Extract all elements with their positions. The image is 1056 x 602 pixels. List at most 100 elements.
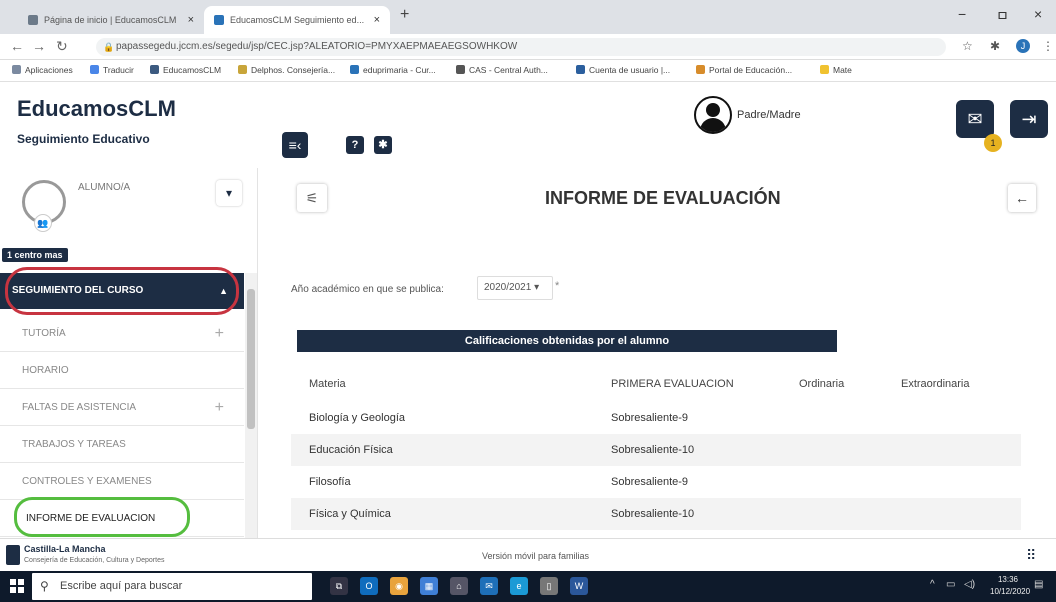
reload-icon[interactable]: ↻ [56, 38, 68, 55]
network-icon[interactable]: ▭ [946, 579, 955, 590]
help-icon[interactable]: ? [346, 136, 364, 154]
cell-materia: Educación Física [309, 444, 393, 456]
sidebar-item-faltas[interactable]: FALTAS DE ASISTENCIA + [0, 389, 244, 426]
tab-close-icon[interactable]: × [188, 6, 194, 34]
tab-close-icon[interactable]: × [374, 6, 380, 34]
brand-title: EducamosCLM [17, 96, 176, 121]
profile-icon[interactable]: J [1016, 39, 1030, 53]
main-content: ⚟ INFORME DE EVALUACIÓN ← Año académico … [259, 168, 1056, 538]
year-select[interactable]: 2020/2021 ▾ [477, 276, 553, 300]
search-placeholder: Escribe aquí para buscar [60, 580, 183, 592]
sidebar-item-tutoria[interactable]: TUTORÍA + [0, 315, 244, 352]
student-dropdown-chevron-icon[interactable]: ▾ [216, 180, 242, 206]
url-text: papassegedu.jccm.es/segedu/jsp/CEC.jsp?A… [116, 41, 518, 52]
settings-gear-icon[interactable]: ✱ [374, 136, 392, 154]
new-tab-button[interactable]: + [400, 6, 409, 24]
recycle-icon[interactable]: ▯ [540, 577, 558, 595]
chrome-icon[interactable]: ◉ [390, 577, 408, 595]
lock-icon: 🔒 [103, 42, 115, 52]
back-arrow-button[interactable]: ← [1008, 184, 1036, 212]
taskbar-search-input[interactable]: ⚲ Escribe aquí para buscar [32, 573, 312, 600]
jccm-logo-icon [6, 545, 20, 565]
sidebar-item-trabajos[interactable]: TRABAJOS Y TAREAS [0, 426, 244, 463]
clock-date: 10/12/2020 [990, 587, 1031, 596]
org-subtitle: Consejería de Educación, Cultura y Depor… [24, 557, 165, 564]
messages-envelope-button[interactable]: ✉ [956, 100, 994, 138]
bookmark-apps[interactable]: Aplicaciones [12, 65, 73, 75]
forward-arrow-icon[interactable]: → [32, 38, 46, 54]
edge-icon[interactable]: e [510, 577, 528, 595]
centros-badge[interactable]: 1 centro mas [2, 248, 68, 262]
sidebar: 👥 ALUMNO/A ▾ 1 centro mas SEGUIMIENTO DE… [0, 168, 258, 538]
menu-dots-icon[interactable]: ⋮ [1042, 39, 1054, 53]
table-header-row: Materia PRIMERA EVALUACION Ordinaria Ext… [291, 366, 1021, 402]
folder-icon [820, 65, 829, 74]
windows-taskbar: ⚲ Escribe aquí para buscar ⧉ O ◉ ▦ ⌂ ✉ e… [0, 571, 1056, 602]
cell-materia: Filosofía [309, 476, 351, 488]
bookmark-mate[interactable]: Mate [820, 65, 852, 75]
maximize-button[interactable]: ㅁ [996, 6, 1009, 26]
expand-plus-icon[interactable]: + [215, 389, 224, 426]
sidebar-item-label: HORARIO [22, 365, 69, 376]
task-view-icon[interactable]: ⧉ [330, 577, 348, 595]
bookmark-translate[interactable]: Traducir [90, 65, 134, 75]
user-avatar[interactable] [694, 96, 732, 134]
windows-start-icon[interactable] [10, 579, 24, 593]
user-role: Padre/Madre [737, 109, 801, 121]
bookmark-educamos[interactable]: EducamosCLM [150, 65, 221, 75]
app-footer: Castilla-La Mancha Consejería de Educaci… [0, 538, 1056, 571]
sidebar-item-label: CONTROLES Y EXAMENES [22, 476, 152, 487]
logout-button[interactable]: ⇥ [1010, 100, 1048, 138]
bookmark-delphos[interactable]: Delphos. Consejería... [238, 65, 335, 75]
notifications-icon[interactable]: ▤ [1034, 579, 1043, 590]
sidebar-item-horario[interactable]: HORARIO [0, 352, 244, 389]
bookmark-cas[interactable]: CAS - Central Auth... [456, 65, 548, 75]
browser-tab-inicio[interactable]: Página de inicio | EducamosCLM × [18, 6, 204, 34]
word-icon[interactable]: W [570, 577, 588, 595]
student-label: ALUMNO/A [78, 182, 131, 193]
expand-plus-icon[interactable]: + [215, 315, 224, 352]
grades-table: Materia PRIMERA EVALUACION Ordinaria Ext… [291, 366, 1021, 530]
app-icon[interactable]: ▦ [420, 577, 438, 595]
mobile-version-link[interactable]: Versión móvil para familias [482, 551, 589, 561]
collapse-menu-button[interactable]: ≡‹ [282, 132, 308, 158]
org-name: Castilla-La Mancha [24, 544, 106, 554]
outlook-icon[interactable]: O [360, 577, 378, 595]
scrollbar-thumb[interactable] [247, 289, 255, 429]
col-header-materia[interactable]: Materia [309, 366, 346, 402]
cell-primera: Sobresaliente-9 [611, 476, 689, 488]
search-icon: ⚲ [40, 579, 49, 593]
bookmark-cuenta[interactable]: Cuenta de usuario |... [576, 65, 670, 75]
close-window-button[interactable]: × [1034, 6, 1042, 22]
cell-primera: Sobresaliente-10 [611, 508, 695, 520]
year-value: 2020/2021 [484, 282, 532, 293]
brand-subtitle: Seguimiento Educativo [17, 132, 150, 146]
sidebar-item-controles[interactable]: CONTROLES Y EXAMENES [0, 463, 244, 500]
app-header: EducamosCLM Seguimiento Educativo ≡‹ ? ✱… [0, 82, 1056, 168]
bookmark-portal[interactable]: Portal de Educación... [696, 65, 792, 75]
volume-icon[interactable]: ◁) [964, 579, 975, 590]
tab-title: Página de inicio | EducamosCLM [44, 15, 177, 25]
favicon-icon [214, 15, 224, 25]
mail-icon[interactable]: ✉ [480, 577, 498, 595]
back-arrow-icon[interactable]: ← [10, 38, 24, 54]
bookmark-eduprimaria[interactable]: eduprimaria - Cur... [350, 65, 436, 75]
sidebar-item-label: FALTAS DE ASISTENCIA [22, 402, 137, 413]
filter-icon[interactable]: ⚟ [297, 184, 327, 212]
col-header-extraordinaria[interactable]: Extraordinaria [901, 366, 969, 402]
star-icon[interactable]: ☆ [962, 39, 973, 53]
table-row: Educación Física Sobresaliente-10 [291, 434, 1021, 466]
taskbar-clock[interactable]: 13:36 10/12/2020 [990, 574, 1031, 598]
url-input[interactable]: 🔒 papassegedu.jccm.es/segedu/jsp/CEC.jsp… [96, 38, 946, 56]
extensions-icon[interactable]: ✱ [990, 39, 1000, 53]
minimize-button[interactable]: − [958, 6, 966, 22]
browser-tab-seguimiento[interactable]: EducamosCLM Seguimiento ed... × [204, 6, 390, 34]
tray-chevron-icon[interactable]: ^ [930, 579, 935, 590]
sidebar-scrollbar[interactable] [245, 273, 257, 538]
cell-primera: Sobresaliente-9 [611, 412, 689, 424]
col-header-primera[interactable]: PRIMERA EVALUACION [611, 366, 734, 402]
address-bar-row: ← → ↻ 🔒 papassegedu.jccm.es/segedu/jsp/C… [0, 34, 1056, 60]
apps-grid-icon[interactable]: ⠿ [1026, 547, 1036, 564]
store-icon[interactable]: ⌂ [450, 577, 468, 595]
col-header-ordinaria[interactable]: Ordinaria [799, 366, 844, 402]
